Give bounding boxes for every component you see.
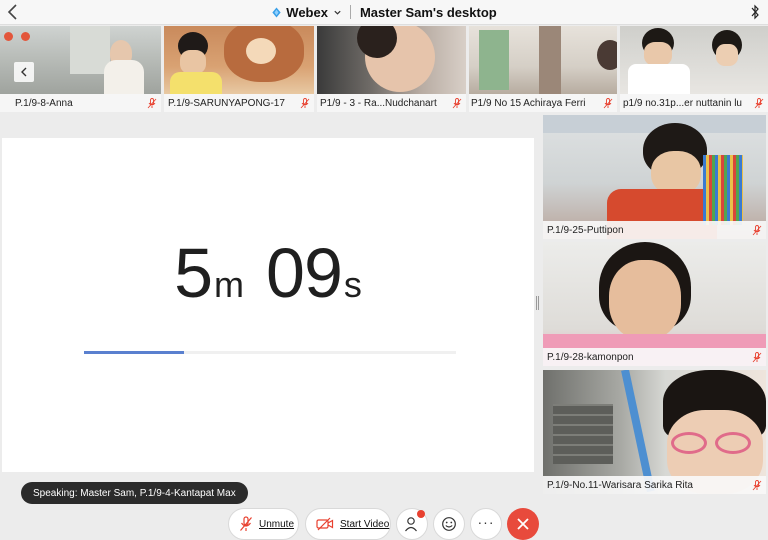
participant-thumbnail-strip: P.1/9-8-Anna P.1/9-SARUNYAPONG-17 P1/9 -… <box>0 26 768 112</box>
participant-video-tile[interactable]: P.1/9-28-kamonpon <box>543 242 766 366</box>
app-name[interactable]: Webex <box>286 5 328 20</box>
name-bar: P.1/9-28-kamonpon <box>543 348 766 366</box>
mic-muted-icon <box>300 97 310 108</box>
name-bar: P1/9 - 3 - Ra...Nudchanart <box>317 94 466 112</box>
participant-thumbnail[interactable]: P1/9 - 3 - Ra...Nudchanart <box>317 26 466 112</box>
strip-scroll-left-button[interactable] <box>14 62 34 82</box>
splitter-handle-icon[interactable] <box>536 296 539 310</box>
mic-muted-icon <box>147 97 157 108</box>
participant-name: P1/9 No 15 Achiraya Ferri <box>471 97 586 109</box>
timer-seconds: 09 <box>266 234 343 312</box>
name-bar: P.1/9-8-Anna <box>0 94 161 112</box>
mic-muted-icon <box>752 479 762 490</box>
name-bar: P.1/9-No.11-Warisara Sarika Rita <box>543 476 766 494</box>
title-group: Webex Master Sam's desktop <box>0 0 768 24</box>
chevron-left-icon <box>21 67 27 77</box>
participant-name: P.1/9-No.11-Warisara Sarika Rita <box>547 479 693 491</box>
bluetooth-icon <box>751 4 759 20</box>
participant-thumbnail[interactable]: p1/9 no.31p...er nuttanin lu <box>620 26 768 112</box>
chevron-down-icon[interactable] <box>333 8 342 17</box>
mic-muted-icon <box>240 516 252 531</box>
participant-name: P.1/9-25-Puttipon <box>547 224 624 236</box>
participant-thumbnail[interactable]: P.1/9-8-Anna <box>0 26 161 112</box>
name-bar: p1/9 no.31p...er nuttanin lu <box>620 94 768 112</box>
mic-muted-icon <box>752 224 762 235</box>
recording-indicator <box>4 32 30 41</box>
name-bar: P.1/9-25-Puttipon <box>543 221 766 239</box>
more-options-button[interactable]: ··· <box>470 508 502 540</box>
start-video-label: Start Video <box>340 518 390 530</box>
mic-muted-icon <box>754 97 764 108</box>
share-title: Master Sam's desktop <box>359 4 497 20</box>
more-options-icon: ··· <box>477 514 495 530</box>
shared-screen-content: 5m 09s <box>2 138 534 472</box>
participant-name: P1/9 - 3 - Ra...Nudchanart <box>320 97 437 109</box>
timer-seconds-unit: s <box>343 264 362 305</box>
camera-off-icon <box>316 517 334 531</box>
participant-thumbnail[interactable]: P1/9 No 15 Achiraya Ferri <box>469 26 617 112</box>
participants-icon <box>405 517 417 532</box>
mic-muted-icon <box>452 97 462 108</box>
timer-progress-track <box>84 351 456 354</box>
close-icon <box>517 518 529 530</box>
reactions-button[interactable] <box>433 508 465 540</box>
participant-video <box>469 26 617 94</box>
smiley-icon <box>442 517 456 531</box>
participant-thumbnail[interactable]: P.1/9-SARUNYAPONG-17 <box>164 26 314 112</box>
timer-minutes: 5 <box>174 234 213 312</box>
timer-progress-fill <box>84 351 185 354</box>
leave-meeting-button[interactable] <box>507 508 539 540</box>
title-divider <box>349 5 351 19</box>
participant-video <box>164 26 314 94</box>
timer-minutes-unit: m <box>214 264 245 305</box>
name-bar: P.1/9-SARUNYAPONG-17 <box>164 94 314 112</box>
start-video-button[interactable]: Start Video <box>305 508 391 540</box>
participant-video-tile[interactable]: P.1/9-25-Puttipon <box>543 115 766 239</box>
mic-muted-icon <box>752 351 762 362</box>
speaking-indicator: Speaking: Master Sam, P.1/9-4-Kantapat M… <box>21 482 248 504</box>
countdown-timer: 5m 09s <box>2 233 534 313</box>
participant-name: P.1/9-SARUNYAPONG-17 <box>168 97 285 109</box>
mic-muted-icon <box>603 97 613 108</box>
name-bar: P1/9 No 15 Achiraya Ferri <box>469 94 617 112</box>
participant-name: p1/9 no.31p...er nuttanin lu <box>623 97 742 109</box>
webex-logo-icon <box>272 6 281 18</box>
participant-name: P.1/9-8-Anna <box>15 97 73 109</box>
participant-video-tile[interactable]: P.1/9-No.11-Warisara Sarika Rita <box>543 370 766 494</box>
participants-button[interactable] <box>396 508 428 540</box>
participant-name: P.1/9-28-kamonpon <box>547 351 634 363</box>
title-bar: Webex Master Sam's desktop <box>0 0 768 25</box>
participant-video <box>317 26 466 94</box>
participant-video <box>620 26 768 94</box>
unmute-button[interactable]: Unmute <box>228 508 299 540</box>
unmute-label: Unmute <box>259 518 295 530</box>
notification-dot <box>417 510 425 518</box>
